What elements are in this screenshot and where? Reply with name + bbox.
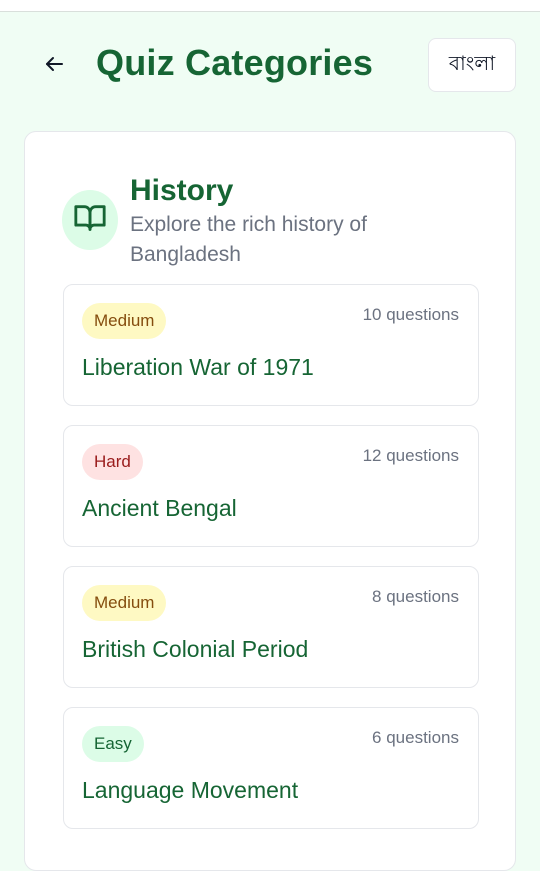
difficulty-badge: Hard — [82, 444, 143, 480]
arrow-left-icon — [42, 52, 66, 81]
question-count: 6 questions — [372, 728, 459, 747]
back-button[interactable] — [38, 50, 70, 82]
quiz-title: British Colonial Period — [82, 636, 309, 662]
quiz-item-language-movement[interactable]: Easy 6 questions Language Movement — [63, 707, 479, 829]
page-title: Quiz Categories — [96, 42, 374, 83]
language-toggle-button[interactable]: বাংলা — [428, 38, 516, 92]
quiz-title: Liberation War of 1971 — [82, 354, 314, 380]
quiz-item-ancient-bengal[interactable]: Hard 12 questions Ancient Bengal — [63, 425, 479, 547]
quiz-item-liberation-war[interactable]: Medium 10 questions Liberation War of 19… — [63, 284, 479, 406]
category-description: Explore the rich history of Bangladesh — [130, 213, 367, 266]
header: Quiz Categories বাংলা — [0, 12, 540, 117]
quiz-item-british-colonial[interactable]: Medium 8 questions British Colonial Peri… — [63, 566, 479, 688]
question-count: 12 questions — [362, 446, 459, 465]
category-card: History Explore the rich history of Bang… — [24, 131, 516, 871]
difficulty-badge: Medium — [82, 303, 167, 339]
category-title: History — [130, 174, 234, 207]
top-bar-divider — [0, 0, 540, 12]
difficulty-badge: Easy — [82, 726, 144, 762]
quiz-title: Ancient Bengal — [82, 495, 237, 521]
quiz-title: Language Movement — [82, 777, 299, 803]
book-open-icon — [73, 201, 107, 240]
question-count: 10 questions — [362, 305, 459, 324]
category-icon-container — [62, 190, 118, 250]
question-count: 8 questions — [372, 587, 459, 606]
difficulty-badge: Medium — [82, 585, 167, 621]
